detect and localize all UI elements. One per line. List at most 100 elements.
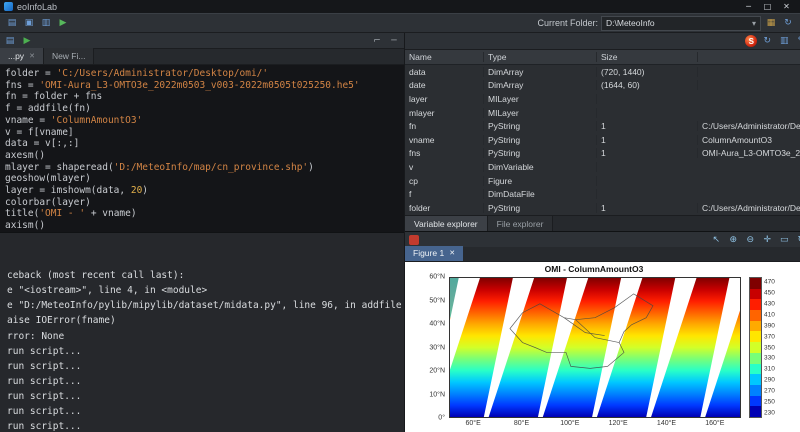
variable-row[interactable]: vDimVariable — [405, 160, 800, 174]
colorbar-segment — [750, 396, 761, 407]
new-script-icon[interactable]: ▤ — [5, 16, 19, 30]
full-extent-icon[interactable]: ▭ — [777, 233, 791, 247]
figure-tab-row: Figure 1 ✕ — [405, 247, 800, 262]
variable-row[interactable]: fnsPyString1OMI-Aura_L3-OMTO3e_2022m05..… — [405, 147, 800, 161]
x-tick-label: 80°E — [514, 420, 529, 427]
variable-size: (1644, 60) — [597, 80, 698, 90]
refresh-folder-icon[interactable]: ↻ — [781, 16, 795, 30]
variable-row[interactable]: mlayerMILayer — [405, 106, 800, 120]
y-axis-ticks: 0°10°N20°N30°N40°N50°N60°N — [415, 277, 447, 418]
float-panel-icon[interactable]: ⌐ — [370, 34, 384, 48]
open-file-icon[interactable]: ▣ — [22, 16, 36, 30]
colorbar-tick: 250 — [764, 398, 775, 405]
variable-row[interactable]: dataDimArray(720, 1440) — [405, 65, 800, 79]
console-line: run script... — [7, 419, 404, 432]
console-panel[interactable]: ceback (most recent call last):e "<iostr… — [0, 232, 404, 432]
tab-variable-explorer[interactable]: Variable explorer — [405, 216, 488, 231]
code-line: v = f[vname] — [5, 127, 404, 139]
code-line: folder = 'C:/Users/Administrator/Desktop… — [5, 68, 404, 80]
variable-table-body: dataDimArray(720, 1440)dateDimArray(1644… — [405, 65, 800, 215]
editor-toolbar: ▤▶ ⌐─ — [0, 33, 404, 49]
colorbar-tick: 270 — [764, 387, 775, 394]
close-tab-icon[interactable]: ✕ — [29, 52, 35, 60]
colorbar-tick: 390 — [764, 322, 775, 329]
ozone-map — [450, 278, 740, 417]
column-header[interactable]: Type — [484, 52, 597, 62]
editor-panel: ▤▶ ⌐─ ...py✕ New Fi... folder = 'C:/Users… — [0, 33, 404, 232]
colorbar-tick: 410 — [764, 311, 775, 318]
figure-tab-label: Figure 1 — [413, 248, 444, 258]
close-button[interactable]: ✕ — [777, 2, 796, 11]
variable-row[interactable]: fnPyString1C:/Users/Administrator/Deskto… — [405, 119, 800, 133]
editor-tab[interactable]: ...py✕ — [0, 48, 44, 64]
colorbar-segment — [750, 385, 761, 396]
code-editor[interactable]: folder = 'C:/Users/Administrator/Desktop… — [0, 65, 404, 232]
editor-tab[interactable]: New Fi... — [44, 48, 95, 64]
column-header[interactable]: Size — [597, 52, 698, 62]
console-output: ceback (most recent call last):e "<iostr… — [7, 268, 404, 432]
explorer-tabs: Variable explorerFile explorer — [405, 215, 800, 231]
colorbar — [749, 277, 762, 418]
code-line: fn = folder + fns — [5, 91, 404, 103]
tab-file-explorer[interactable]: File explorer — [488, 216, 554, 231]
variable-type: Figure — [484, 176, 597, 186]
colorbar-tick: 290 — [764, 377, 775, 384]
colorbar-segment — [750, 310, 761, 321]
app-icon — [4, 2, 13, 11]
variable-row[interactable]: vnamePyString1ColumnAmountO3 — [405, 133, 800, 147]
maximize-button[interactable]: □ — [758, 2, 777, 11]
x-tick-label: 60°E — [466, 420, 481, 427]
console-line: rror: None — [7, 329, 404, 344]
variable-name: layer — [405, 94, 484, 104]
variable-type: PyString — [484, 121, 597, 131]
code-line: vname = 'ColumnAmountO3' — [5, 115, 404, 127]
variable-value: OMI-Aura_L3-OMTO3e_2022m05... — [698, 148, 800, 158]
minimize-button[interactable]: ─ — [739, 2, 758, 11]
variable-name: vname — [405, 135, 484, 145]
variable-row[interactable]: cpFigure — [405, 174, 800, 188]
new-file-icon[interactable]: ▤ — [3, 34, 17, 48]
variable-size: 1 — [597, 135, 698, 145]
variable-name: fns — [405, 148, 484, 158]
variable-row[interactable]: dateDimArray(1644, 60) — [405, 79, 800, 93]
browse-folder-icon[interactable]: ▦ — [764, 16, 778, 30]
rotate-icon[interactable]: ↻ — [794, 233, 800, 247]
column-header[interactable]: Name — [405, 52, 484, 62]
pan-icon[interactable]: ✛ — [760, 233, 774, 247]
zoom-in-icon[interactable]: ⊕ — [726, 233, 740, 247]
save-icon[interactable]: ▥ — [39, 16, 53, 30]
variable-type: DimArray — [484, 80, 597, 90]
current-folder-combo[interactable]: D:\MeteoInfo ▾ — [601, 16, 761, 31]
console-line: run script... — [7, 389, 404, 404]
variable-type: DimDataFile — [484, 189, 597, 199]
variable-size: (720, 1440) — [597, 67, 698, 77]
code-line: title('OMI - ' + vname) — [5, 208, 404, 220]
variable-row[interactable]: layerMILayer — [405, 92, 800, 106]
variable-name: mlayer — [405, 108, 484, 118]
meteoinfo-logo: S — [745, 35, 757, 47]
figures-panel-icon — [409, 235, 419, 245]
variable-row[interactable]: fDimDataFile — [405, 187, 800, 201]
figure-plot[interactable]: OMI - ColumnAmountO3 0°10°N20°N30°N40°N5… — [405, 262, 800, 432]
minimize-panel-icon[interactable]: ─ — [387, 34, 401, 48]
editor-tab-label: New Fi... — [52, 51, 86, 61]
edit-variable-icon[interactable]: ✎ — [794, 34, 800, 48]
run-script-icon[interactable]: ▶ — [56, 16, 70, 30]
colorbar-tick: 470 — [764, 279, 775, 286]
colorbar-segment — [750, 331, 761, 342]
title-bar: eoInfoLab ─ □ ✕ — [0, 0, 800, 13]
variable-name: cp — [405, 176, 484, 186]
save-variables-icon[interactable]: ▥ — [777, 34, 791, 48]
chevron-down-icon: ▾ — [752, 19, 756, 28]
select-icon[interactable]: ↖ — [709, 233, 723, 247]
y-tick-label: 20°N — [429, 368, 445, 375]
variable-name: data — [405, 67, 484, 77]
refresh-icon[interactable]: ↻ — [760, 34, 774, 48]
close-figure-icon[interactable]: ✕ — [449, 249, 455, 257]
variable-row[interactable]: folderPyString1C:/Users/Administrator/De… — [405, 201, 800, 215]
variable-type: DimVariable — [484, 162, 597, 172]
run-icon[interactable]: ▶ — [20, 34, 34, 48]
zoom-out-icon[interactable]: ⊖ — [743, 233, 757, 247]
tab-figure-1[interactable]: Figure 1 ✕ — [405, 246, 463, 261]
variable-type: MILayer — [484, 94, 597, 104]
